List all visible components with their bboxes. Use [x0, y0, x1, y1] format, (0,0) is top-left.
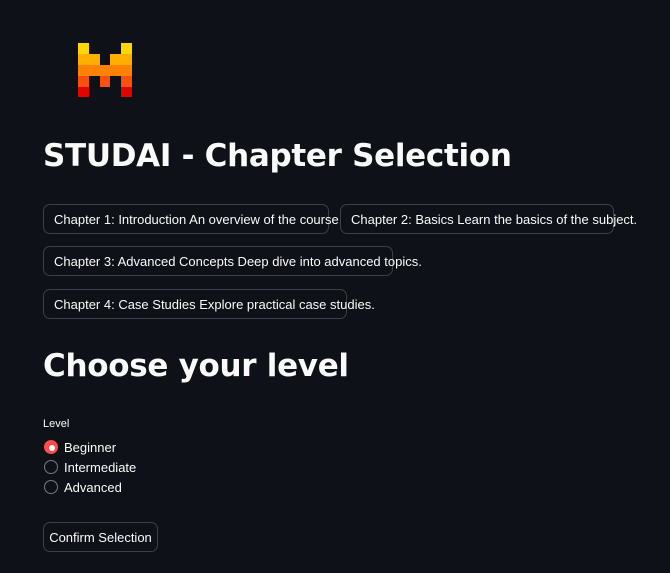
page-title: STUDAI - Chapter Selection — [43, 138, 512, 174]
chapter-3-button[interactable]: Chapter 3: Advanced Concepts Deep dive i… — [43, 246, 422, 276]
level-option-label: Advanced — [64, 479, 122, 495]
level-radio-label: Level — [43, 418, 70, 430]
chapter-4-button[interactable]: Chapter 4: Case Studies Explore practica… — [43, 289, 375, 319]
chapter-1-button[interactable]: Chapter 1: Introduction An overview of t… — [43, 204, 342, 234]
level-option-intermediate[interactable]: Intermediate — [44, 458, 136, 476]
chapter-2-button[interactable]: Chapter 2: Basics Learn the basics of th… — [340, 204, 637, 234]
radio-unselected-icon[interactable] — [44, 480, 58, 494]
level-option-label: Beginner — [64, 439, 117, 455]
radio-unselected-icon[interactable] — [44, 460, 58, 474]
app-page: STUDAI - Chapter Selection Chapter 1: In… — [0, 0, 670, 573]
level-option-label: Intermediate — [64, 459, 137, 475]
pixel-m-logo-icon — [78, 43, 132, 97]
level-option-beginner[interactable]: Beginner — [44, 438, 116, 456]
confirm-selection-button[interactable]: Confirm Selection — [43, 522, 158, 552]
level-option-advanced[interactable]: Advanced — [44, 478, 122, 496]
radio-selected-icon[interactable] — [44, 440, 58, 454]
level-section-title: Choose your level — [43, 348, 349, 384]
